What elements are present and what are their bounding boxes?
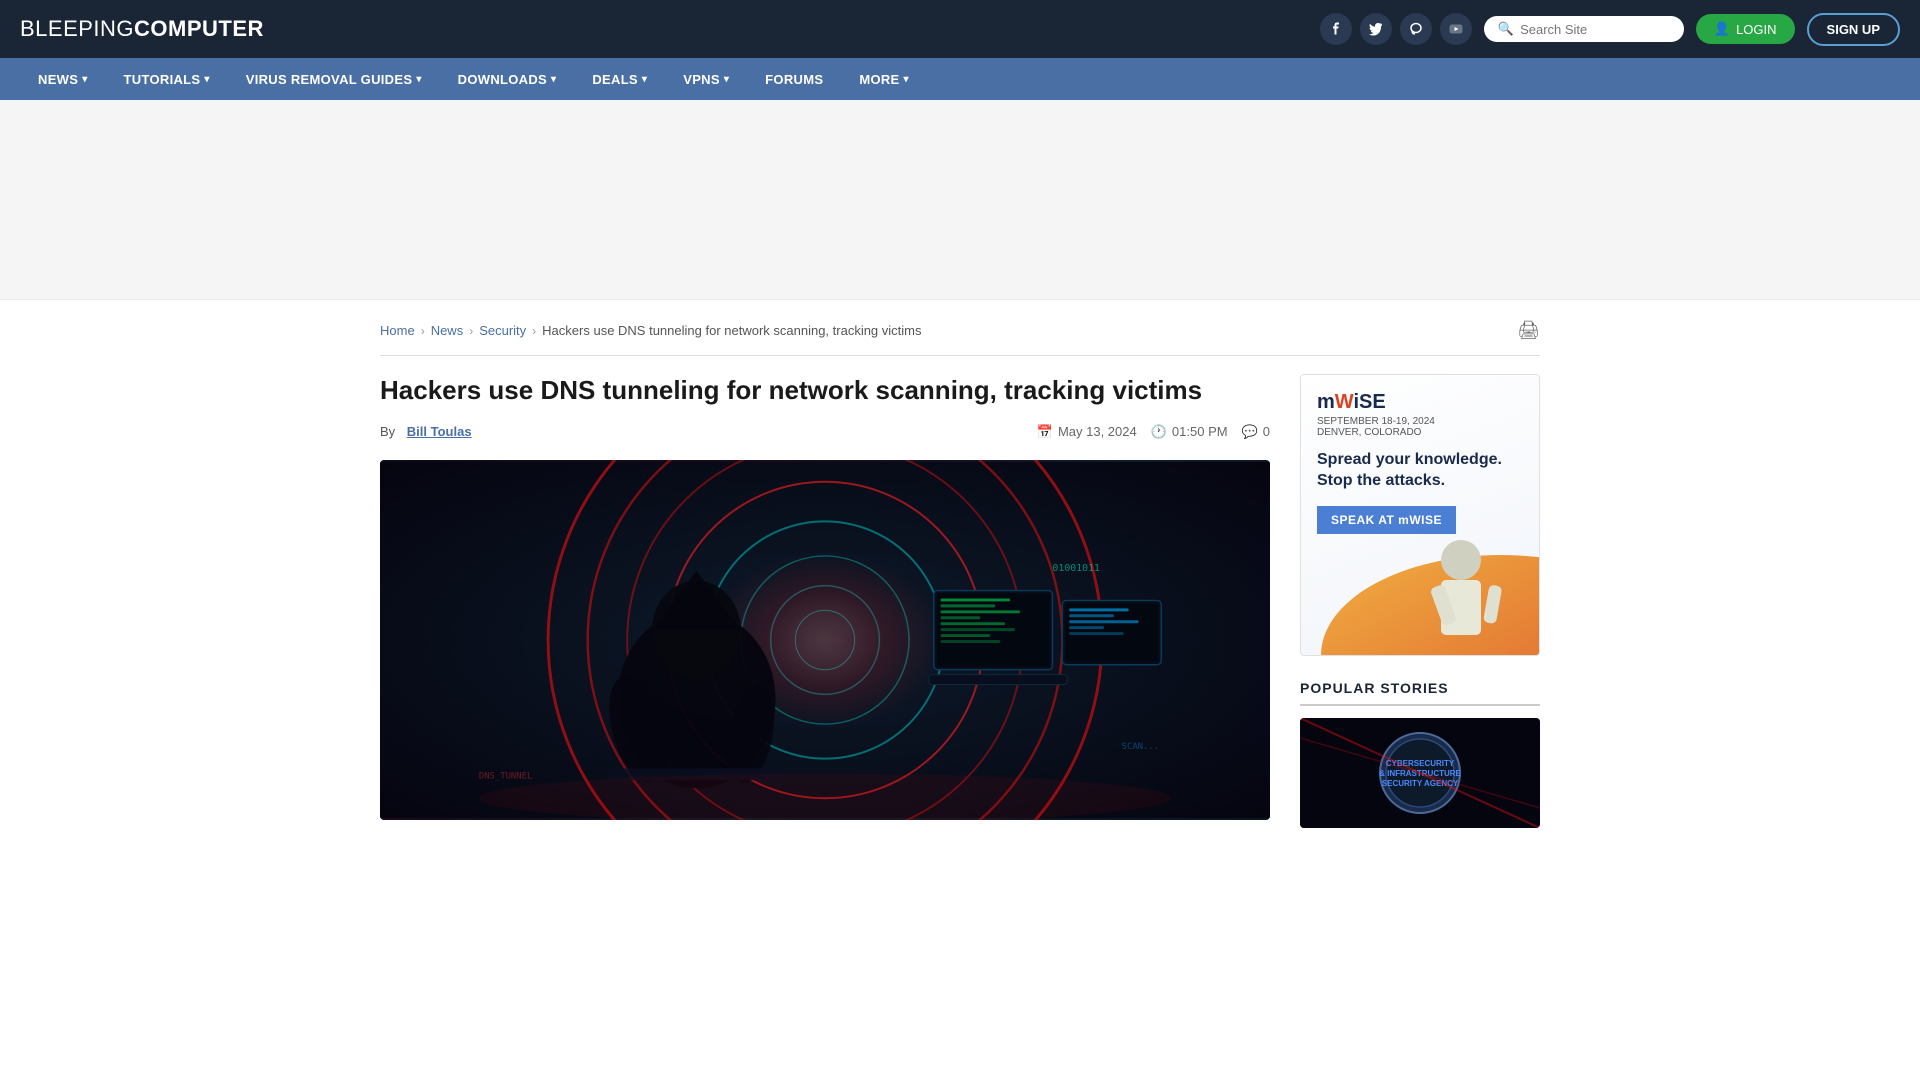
article-title: Hackers use DNS tunneling for network sc… <box>380 374 1270 408</box>
mwise-ad: mWiSE SEPTEMBER 18-19, 2024 DENVER, COLO… <box>1300 374 1540 656</box>
breadcrumb-security[interactable]: Security <box>479 323 526 338</box>
article: Hackers use DNS tunneling for network sc… <box>380 374 1270 828</box>
breadcrumb: Home › News › Security › Hackers use DNS… <box>380 320 1540 356</box>
author-link[interactable]: Bill Toulas <box>407 424 472 439</box>
popular-story-image-1[interactable]: CYBERSECURITY & INFRASTRUCTURE SECURITY … <box>1300 718 1540 828</box>
breadcrumb-home[interactable]: Home <box>380 323 415 338</box>
mwise-logo: mWiSE <box>1317 391 1523 414</box>
popular-stories-section: POPULAR STORIES CYBERSECURITY & INFRASTR… <box>1300 680 1540 828</box>
sidebar: mWiSE SEPTEMBER 18-19, 2024 DENVER, COLO… <box>1300 374 1540 828</box>
breadcrumb-sep-1: › <box>421 324 425 338</box>
content-layout: Hackers use DNS tunneling for network sc… <box>380 374 1540 828</box>
breadcrumb-current: Hackers use DNS tunneling for network sc… <box>542 323 921 338</box>
logo-bold: COMPUTER <box>134 16 264 41</box>
nav-forums[interactable]: FORUMS <box>747 58 841 100</box>
article-hero-image: 01001011 DNS_TUNNEL SCAN... <box>380 460 1270 820</box>
twitter-icon[interactable] <box>1360 13 1392 45</box>
site-header: BLEEPINGCOMPUTER 🔍 👤 LOGIN SIGN UP <box>0 0 1920 58</box>
popular-story-thumbnail: CYBERSECURITY & INFRASTRUCTURE SECURITY … <box>1300 718 1540 828</box>
print-icon[interactable]: 🖨 <box>1517 320 1540 341</box>
logo-light: BLEEPING <box>20 16 134 41</box>
breadcrumb-sep-2: › <box>469 324 473 338</box>
site-logo[interactable]: BLEEPINGCOMPUTER <box>20 16 264 42</box>
main-container: Home › News › Security › Hackers use DNS… <box>360 300 1560 828</box>
social-icons <box>1320 13 1472 45</box>
svg-text:01001011: 01001011 <box>1052 563 1100 574</box>
youtube-icon[interactable] <box>1440 13 1472 45</box>
mwise-wave-decoration <box>1301 505 1539 655</box>
header-right: 🔍 👤 LOGIN SIGN UP <box>1320 13 1900 46</box>
hacker-illustration: 01001011 DNS_TUNNEL SCAN... <box>380 460 1270 820</box>
breadcrumb-news[interactable]: News <box>431 323 464 338</box>
search-input[interactable] <box>1520 22 1670 37</box>
meta-date-area: 📅 May 13, 2024 🕐 01:50 PM 💬 0 <box>1037 424 1270 440</box>
nav-vpns[interactable]: VPNS ▾ <box>665 58 747 100</box>
nav-vpns-arrow: ▾ <box>724 74 729 85</box>
nav-virus-arrow: ▾ <box>416 74 421 85</box>
facebook-icon[interactable] <box>1320 13 1352 45</box>
calendar-icon: 📅 <box>1037 424 1053 440</box>
search-icon: 🔍 <box>1498 21 1514 37</box>
by-label: By <box>380 424 395 439</box>
nav-deals-arrow: ▾ <box>642 74 647 85</box>
mwise-date: SEPTEMBER 18-19, 2024 DENVER, COLORADO <box>1317 416 1523 438</box>
nav-news-arrow: ▾ <box>82 74 87 85</box>
user-icon: 👤 <box>1714 21 1730 37</box>
article-date: 📅 May 13, 2024 <box>1037 424 1137 440</box>
clock-icon: 🕐 <box>1151 424 1167 440</box>
signup-button[interactable]: SIGN UP <box>1807 13 1900 46</box>
main-nav: NEWS ▾ TUTORIALS ▾ VIRUS REMOVAL GUIDES … <box>0 58 1920 100</box>
svg-text:SCAN...: SCAN... <box>1122 742 1159 752</box>
mastodon-icon[interactable] <box>1400 13 1432 45</box>
mwise-tagline: Spread your knowledge. Stop the attacks. <box>1317 450 1523 492</box>
article-comments[interactable]: 💬 0 <box>1242 424 1270 440</box>
breadcrumb-sep-3: › <box>532 324 536 338</box>
search-box: 🔍 <box>1484 16 1684 42</box>
article-time: 🕐 01:50 PM <box>1151 424 1228 440</box>
ad-banner-top <box>0 100 1920 300</box>
nav-downloads-arrow: ▾ <box>551 74 556 85</box>
nav-news[interactable]: NEWS ▾ <box>20 58 106 100</box>
svg-text:DNS_TUNNEL: DNS_TUNNEL <box>479 771 532 781</box>
login-button[interactable]: 👤 LOGIN <box>1696 14 1795 44</box>
comment-icon: 💬 <box>1242 424 1258 440</box>
mwise-ad-inner: mWiSE SEPTEMBER 18-19, 2024 DENVER, COLO… <box>1301 375 1539 655</box>
nav-downloads[interactable]: DOWNLOADS ▾ <box>440 58 575 100</box>
nav-tutorials[interactable]: TUTORIALS ▾ <box>106 58 228 100</box>
nav-more[interactable]: MORE ▾ <box>841 58 927 100</box>
mwise-logo-accent: W <box>1335 391 1354 413</box>
nav-tutorials-arrow: ▾ <box>204 74 209 85</box>
meta-author-area: By Bill Toulas <box>380 424 472 439</box>
nav-more-arrow: ▾ <box>904 74 909 85</box>
popular-stories-title: POPULAR STORIES <box>1300 680 1540 706</box>
article-meta: By Bill Toulas 📅 May 13, 2024 🕐 01:50 PM… <box>380 424 1270 440</box>
nav-virus-removal[interactable]: VIRUS REMOVAL GUIDES ▾ <box>228 58 440 100</box>
nav-deals[interactable]: DEALS ▾ <box>574 58 665 100</box>
